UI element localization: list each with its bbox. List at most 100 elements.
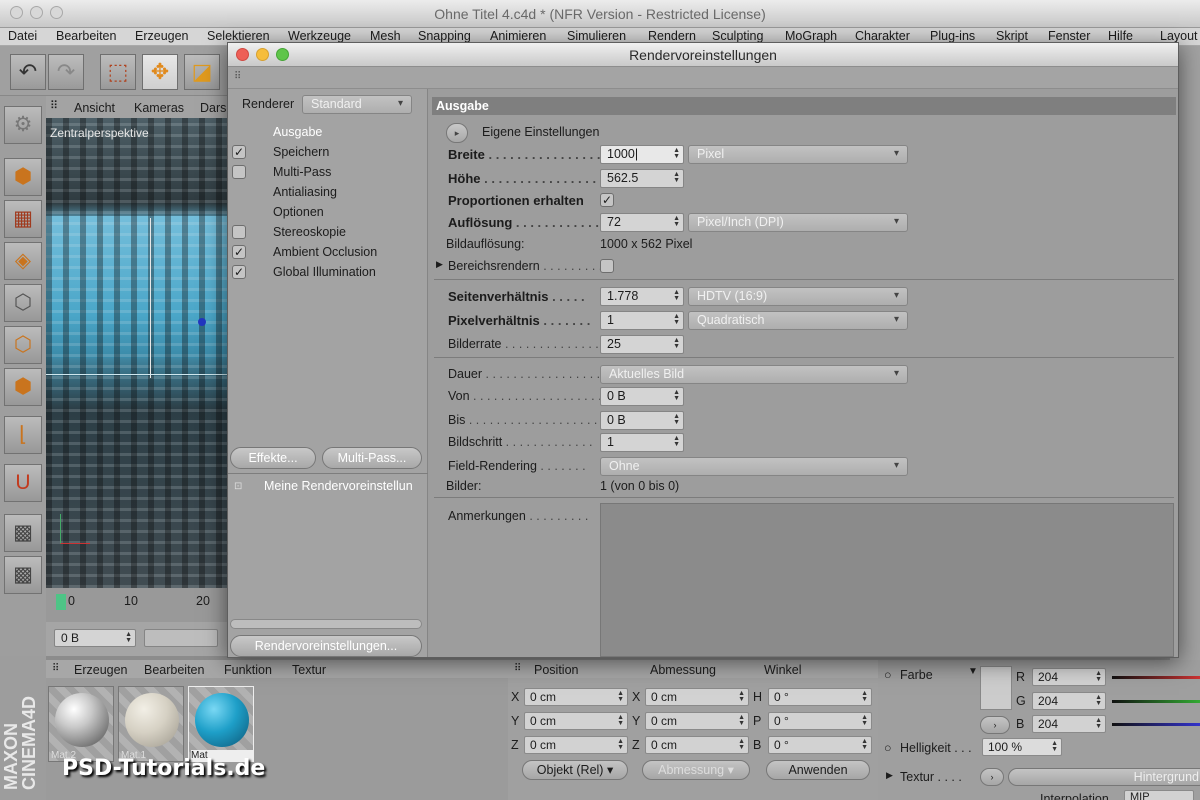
rotation-p-field[interactable]: 0 ° ▲ ▼ <box>768 712 872 730</box>
viewport-menu-darstellung[interactable]: Dars <box>200 101 226 115</box>
size-mode-dropdown[interactable]: Abmessung ▾ <box>642 760 750 780</box>
bis-field[interactable]: 0 B ▲ ▼ <box>600 411 684 430</box>
material-menu-funktion[interactable]: Funktion <box>224 663 272 677</box>
field-rendering-dropdown[interactable]: Ohne ▾ <box>600 457 908 476</box>
workplane-button[interactable]: ◈ <box>4 242 42 280</box>
aufloesung-unit-dropdown[interactable]: Pixel/Inch (DPI) ▾ <box>688 213 908 232</box>
position-y-field[interactable]: 0 cm ▲ ▼ <box>524 712 628 730</box>
pixelverhaeltnis-field[interactable]: 1 ▲ ▼ <box>600 311 684 330</box>
ambient-occlusion-checkbox[interactable]: ✓ <box>232 245 246 259</box>
menu-animieren[interactable]: Animieren <box>490 29 546 43</box>
menu-layout[interactable]: Layout <box>1160 29 1198 43</box>
menu-hilfe[interactable]: Hilfe <box>1108 29 1133 43</box>
position-z-field[interactable]: 0 cm ▲ ▼ <box>524 736 628 754</box>
grip-icon[interactable]: ⠿ <box>234 71 241 82</box>
size-y-field[interactable]: 0 cm ▲ ▼ <box>645 712 749 730</box>
nav-item-ausgabe[interactable]: Ausgabe <box>273 125 322 139</box>
menu-erzeugen[interactable]: Erzeugen <box>135 29 189 43</box>
eigene-einstellungen-button[interactable]: ▸ <box>446 123 468 143</box>
farbe-radio-icon[interactable]: ○ <box>884 668 892 682</box>
move-tool-button[interactable]: ✥ <box>142 54 178 90</box>
preset-scrollbar[interactable] <box>230 619 422 629</box>
multipass-checkbox[interactable] <box>232 165 246 179</box>
texture-mode-button[interactable]: ▦ <box>4 200 42 238</box>
breite-field[interactable]: 1000| ▲ ▼ <box>600 145 684 164</box>
position-x-field[interactable]: 0 cm ▲ ▼ <box>524 688 628 706</box>
von-field[interactable]: 0 B ▲ ▼ <box>600 387 684 406</box>
menu-selektieren[interactable]: Selektieren <box>207 29 270 43</box>
material-menu-erzeugen[interactable]: Erzeugen <box>74 663 128 677</box>
global-illumination-checkbox[interactable]: ✓ <box>232 265 246 279</box>
hoehe-field[interactable]: 562.5 ▲ ▼ <box>600 169 684 188</box>
menu-skript[interactable]: Skript <box>996 29 1028 43</box>
breite-unit-dropdown[interactable]: Pixel ▾ <box>688 145 908 164</box>
viewport-menu-ansicht[interactable]: Ansicht <box>74 101 115 115</box>
helligkeit-field[interactable]: 100 % ▲ ▼ <box>982 738 1062 756</box>
interpolation-dropdown[interactable]: MIP <box>1124 790 1194 800</box>
viewport-options-icon[interactable]: ⠿ <box>50 99 58 112</box>
dauer-dropdown[interactable]: Aktuelles Bild ▾ <box>600 365 908 384</box>
nav-item-optionen[interactable]: Optionen <box>273 205 324 219</box>
helligkeit-radio-icon[interactable]: ○ <box>884 741 892 755</box>
material-options-icon[interactable]: ⠿ <box>52 663 59 674</box>
speichern-checkbox[interactable]: ✓ <box>232 145 246 159</box>
nav-item-speichern[interactable]: Speichern <box>273 145 329 159</box>
preset-item[interactable]: Meine Rendervoreinstellun <box>264 479 413 493</box>
textur-expand-icon[interactable]: ▶ <box>886 770 893 781</box>
timeline[interactable]: 0 10 20 <box>46 588 228 622</box>
size-z-field[interactable]: 0 cm ▲ ▼ <box>645 736 749 754</box>
anmerkungen-textarea[interactable] <box>600 503 1174 657</box>
effekte-button[interactable]: Effekte... <box>230 447 316 469</box>
bilderrate-field[interactable]: 25 ▲ ▼ <box>600 335 684 354</box>
model-mode-button[interactable]: ⬢ <box>4 158 42 196</box>
material-menu-textur[interactable]: Textur <box>292 663 326 677</box>
pixelverhaeltnis-dropdown[interactable]: Quadratisch ▾ <box>688 311 908 330</box>
nav-item-stereoskopie[interactable]: Stereoskopie <box>273 225 346 239</box>
menu-sculpting[interactable]: Sculpting <box>712 29 763 43</box>
size-x-field[interactable]: 0 cm ▲ ▼ <box>645 688 749 706</box>
g-field[interactable]: 204 ▲ ▼ <box>1032 692 1106 710</box>
g-slider[interactable] <box>1112 700 1200 703</box>
material-menu-bearbeiten[interactable]: Bearbeiten <box>144 663 204 677</box>
rendervoreinstellungen-button[interactable]: Rendervoreinstellungen... <box>230 635 422 657</box>
r-field[interactable]: 204 ▲ ▼ <box>1032 668 1106 686</box>
textur-menu-button[interactable]: › <box>980 768 1004 786</box>
bereichsrendern-expand-icon[interactable]: ▶ <box>436 259 443 270</box>
farbe-menu-arrow[interactable]: ▼ <box>968 666 978 677</box>
proportionen-checkbox[interactable]: ✓ <box>600 193 614 207</box>
workplane-lock-button[interactable]: ▩ <box>4 514 42 552</box>
menu-datei[interactable]: Datei <box>8 29 37 43</box>
seitenverhaeltnis-field[interactable]: 1.778 ▲ ▼ <box>600 287 684 306</box>
menu-werkzeuge[interactable]: Werkzeuge <box>288 29 351 43</box>
axis-mode-button[interactable]: ⌊ <box>4 416 42 454</box>
coords-options-icon[interactable]: ⠿ <box>514 663 521 674</box>
apply-button[interactable]: Anwenden <box>766 760 870 780</box>
playhead[interactable] <box>56 594 66 610</box>
aufloesung-field[interactable]: 72 ▲ ▼ <box>600 213 684 232</box>
menu-mograph[interactable]: MoGraph <box>785 29 837 43</box>
snap-button[interactable]: U <box>4 464 42 502</box>
menu-snapping[interactable]: Snapping <box>418 29 471 43</box>
nav-item-global-illumination[interactable]: Global Illumination <box>273 265 376 279</box>
material-thumbnail-selected[interactable]: Mat <box>188 686 254 762</box>
undo-button[interactable]: ↶ <box>10 54 46 90</box>
bereichsrendern-checkbox[interactable] <box>600 259 614 273</box>
material-thumbnail[interactable]: Mat.2 <box>48 686 114 762</box>
scale-tool-button[interactable]: ◪ <box>184 54 220 90</box>
multipass-button[interactable]: Multi-Pass... <box>322 447 422 469</box>
color-swatch[interactable] <box>980 666 1012 710</box>
live-selection-button[interactable]: ⬚ <box>100 54 136 90</box>
time-slider[interactable] <box>144 629 218 647</box>
menu-charakter[interactable]: Charakter <box>855 29 910 43</box>
nav-item-antialiasing[interactable]: Antialiasing <box>273 185 337 199</box>
color-picker-button[interactable]: › <box>980 716 1010 734</box>
rotation-h-field[interactable]: 0 ° ▲ ▼ <box>768 688 872 706</box>
b-slider[interactable] <box>1112 723 1200 726</box>
material-thumbnail[interactable]: Mat.1 <box>118 686 184 762</box>
nav-item-ambient-occlusion[interactable]: Ambient Occlusion <box>273 245 377 259</box>
textur-slot[interactable]: Hintergrund <box>1008 768 1200 786</box>
bildschritt-field[interactable]: 1 ▲ ▼ <box>600 433 684 452</box>
viewport-menu-kameras[interactable]: Kameras <box>134 101 184 115</box>
grid-snap-button[interactable]: ▩ <box>4 556 42 594</box>
axis-gizmo-icon[interactable] <box>198 318 206 326</box>
